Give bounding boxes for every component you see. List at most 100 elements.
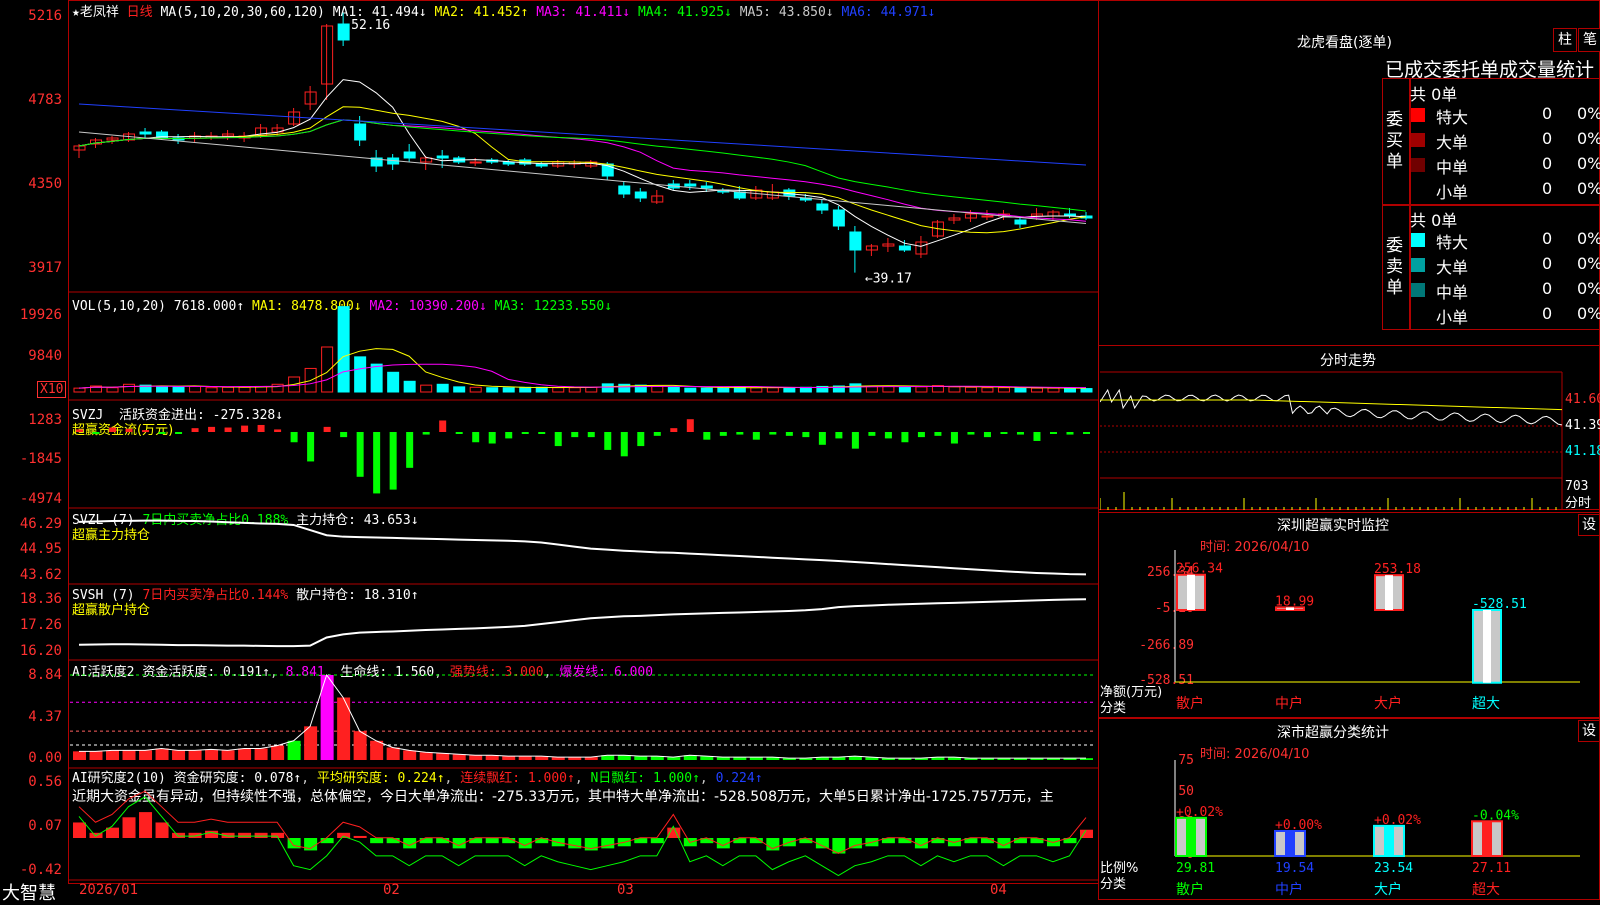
ss-category-label: 中户 [1275, 881, 1303, 898]
volume-bar [1030, 387, 1043, 393]
svzj-bar [917, 432, 925, 438]
sz-category-label: 散户 [1176, 695, 1204, 712]
svzj-bar [158, 432, 166, 434]
svzj-bar [389, 432, 397, 490]
stock-chart-canvas[interactable]: 52.16 ←39.17 [0, 0, 1100, 900]
svzj-bar [736, 432, 744, 435]
volume-bar [271, 383, 284, 393]
svzj-bar [1049, 432, 1057, 434]
ai-active-bar [502, 756, 516, 760]
ss-value-label: 27.11 [1472, 861, 1511, 876]
candle-body [898, 245, 911, 251]
ai-active-bar [370, 740, 384, 760]
svzj-bar [224, 427, 232, 432]
ai-active-bar [221, 750, 235, 760]
candle-body [849, 231, 862, 251]
volume-bar [667, 386, 680, 393]
ma-line-5 [78, 131, 1087, 224]
svzj-bar [340, 432, 348, 438]
volume-bar [981, 387, 994, 393]
volume-bar [205, 387, 218, 393]
sz-value-label: 256.34 [1176, 562, 1223, 577]
ai-active-bar [172, 750, 186, 760]
ai-research-bar [172, 832, 186, 838]
right-charts-canvas[interactable]: 256.34 散户 18.99 中户 253.18 大户 -528.51 超大 +0.02% 29… [1100, 0, 1600, 900]
volume-bar [469, 386, 482, 393]
svzj-bar [76, 429, 83, 432]
svzj-bar [785, 432, 793, 436]
volume-bar [1014, 387, 1027, 393]
svzj-bar [719, 432, 727, 436]
volume-bar [453, 386, 466, 393]
svzj-bar [868, 432, 876, 436]
svzj-bar [373, 432, 381, 494]
svsh-line [78, 598, 1087, 648]
volume-bar [750, 387, 763, 393]
volume-bar [387, 371, 400, 393]
ai-active-bar [238, 748, 252, 760]
ai-active-bar [518, 756, 532, 760]
svzj-bar [934, 432, 942, 436]
svzj-bar [422, 432, 430, 435]
ss-bar-highlight [1482, 821, 1492, 856]
volume-bar [915, 386, 928, 393]
ss-change-label: -0.04% [1472, 808, 1519, 823]
volume-bar [684, 387, 697, 393]
volume-bar [519, 386, 532, 393]
ai-active-bar [155, 748, 169, 760]
ss-value-label: 19.54 [1275, 861, 1314, 876]
vol-ma2-line [78, 363, 1087, 389]
svzj-bar [571, 432, 579, 438]
volume-bar [783, 387, 796, 393]
svzj-bar [769, 432, 777, 435]
volume-bar [486, 387, 499, 393]
svzj-bar [802, 432, 810, 438]
svzj-bar [406, 432, 414, 468]
candle-body [981, 215, 994, 218]
svzj-bar [1066, 432, 1074, 435]
ai-research-bar [733, 838, 747, 844]
svzj-bar [653, 432, 661, 436]
candle-body [337, 23, 350, 41]
svzj-bar [290, 432, 298, 443]
ai-active-bar [205, 749, 219, 760]
candle-body [684, 183, 697, 187]
candle-body [832, 209, 845, 227]
ai-active-bar [469, 755, 483, 760]
ai-active-bar [386, 747, 400, 760]
ma-line-3 [78, 119, 1087, 222]
volume-bar [1063, 388, 1076, 393]
svzj-bar [637, 432, 645, 447]
svzj-bar [670, 428, 678, 432]
ai-research-bar [122, 817, 136, 838]
ma-line-1 [78, 79, 1087, 247]
candle-body [700, 185, 713, 189]
volume-bar [948, 386, 961, 393]
ai-research-bar [469, 838, 483, 844]
svzj-bar [505, 432, 513, 439]
svzj-bar [125, 428, 133, 432]
volume-bar [568, 387, 581, 393]
ai-active-bar [89, 751, 103, 760]
ai-active-bar [139, 750, 153, 760]
vol-ma1-line [78, 348, 1087, 389]
ai-research-bar [419, 838, 433, 844]
ai-active-bar [452, 754, 466, 760]
svzj-bar [884, 432, 892, 439]
volume-bar [420, 384, 433, 393]
svzl-line [78, 519, 1087, 576]
sz-value-label: -528.51 [1472, 597, 1527, 612]
volume-bar [502, 387, 515, 393]
ss-category-label: 散户 [1176, 881, 1204, 898]
ai-research-bar [73, 822, 86, 838]
svzj-bar [967, 432, 975, 435]
ai-research-line-red [78, 790, 1087, 854]
sz-category-label: 中户 [1275, 695, 1303, 712]
ai-active-bar [419, 752, 433, 760]
volume-bar [700, 387, 713, 393]
volume-bar [552, 387, 565, 393]
ai-research-bar [155, 822, 169, 838]
ai-active-bar [353, 731, 367, 760]
ai-active-bar [73, 751, 86, 760]
ai-research-bar [139, 812, 153, 838]
